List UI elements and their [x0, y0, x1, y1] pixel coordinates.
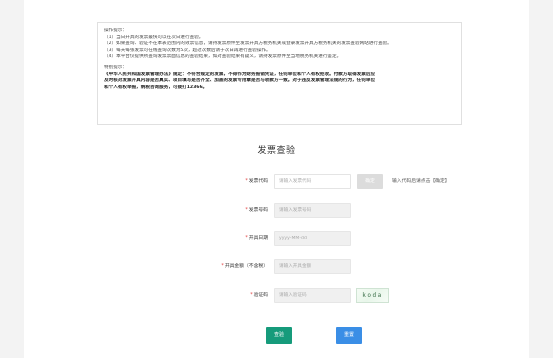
amount-input[interactable]	[274, 259, 351, 274]
amount-row: *开具金额（不含税）	[24, 259, 529, 274]
check-button[interactable]: 查验	[266, 327, 292, 344]
notice-heading: 操作提示：	[104, 28, 127, 33]
invoice-number-input[interactable]	[274, 203, 351, 218]
invoice-number-label: 发票号码	[248, 208, 268, 213]
required-star: *	[245, 208, 248, 213]
invoice-code-label: 发票代码	[248, 179, 268, 184]
required-star: *	[221, 264, 224, 269]
notice-box: 操作提示： （1）当日开具的发票最快可以在次日进行查验。 （2）如果查询、验证不…	[97, 22, 462, 125]
required-star: *	[245, 236, 248, 241]
invoice-code-input[interactable]	[274, 174, 351, 189]
special-line: 《中华人民共和国发票管理办法》规定：不符合规定的发票，不得作为财务报销凭证，任何…	[104, 71, 376, 77]
invoice-number-row: *发票号码	[24, 203, 529, 218]
issue-date-label: 开具日期	[248, 236, 268, 241]
issue-date-input[interactable]	[274, 231, 351, 246]
required-star: *	[245, 179, 248, 184]
amount-label: 开具金额（不含税）	[224, 264, 268, 269]
special-line: 及时核对发票开具内容是否真实、项目填写是否齐全、加盖的发票专用章是否与收款方一致…	[104, 78, 376, 84]
page-title: 发票查验	[257, 146, 296, 156]
special-heading: 特别提示：	[104, 64, 127, 70]
notice-line: （3）每天每张发票可在线查询次数为5次，超过次数后请于次日再进行查验操作。	[104, 47, 271, 53]
captcha-image[interactable]: koda	[356, 288, 389, 303]
notice-line: （1）当日开具的发票最快可以在次日进行查验。	[104, 34, 204, 40]
notice-line: （4）本平台仅提供所查询发票票面信息的查验结果，如对查验结果有疑义，请持发票原件…	[104, 54, 342, 60]
invoice-code-row: *发票代码 确定 输入代码后请点击【确定】	[24, 174, 529, 189]
reset-button[interactable]: 重置	[336, 327, 362, 344]
confirm-button[interactable]: 确定	[357, 174, 383, 189]
captcha-label: 验证码	[253, 293, 268, 298]
notice-line: （2）如果查询、验证不在本表范围内的效票信息，请持发票原件至发票开具方税务机关或…	[104, 41, 392, 47]
required-star: *	[250, 293, 253, 298]
captcha-row: *验证码 koda	[24, 288, 529, 303]
main-panel: 操作提示： （1）当日开具的发票最快可以在次日进行查验。 （2）如果查询、验证不…	[24, 0, 529, 358]
special-line: 和个人有权举报，纳税咨询服务，可拨打12366。	[104, 84, 208, 90]
captcha-input[interactable]	[274, 288, 351, 303]
issue-date-row: *开具日期	[24, 231, 529, 246]
invoice-code-hint: 输入代码后请点击【确定】	[392, 179, 450, 184]
